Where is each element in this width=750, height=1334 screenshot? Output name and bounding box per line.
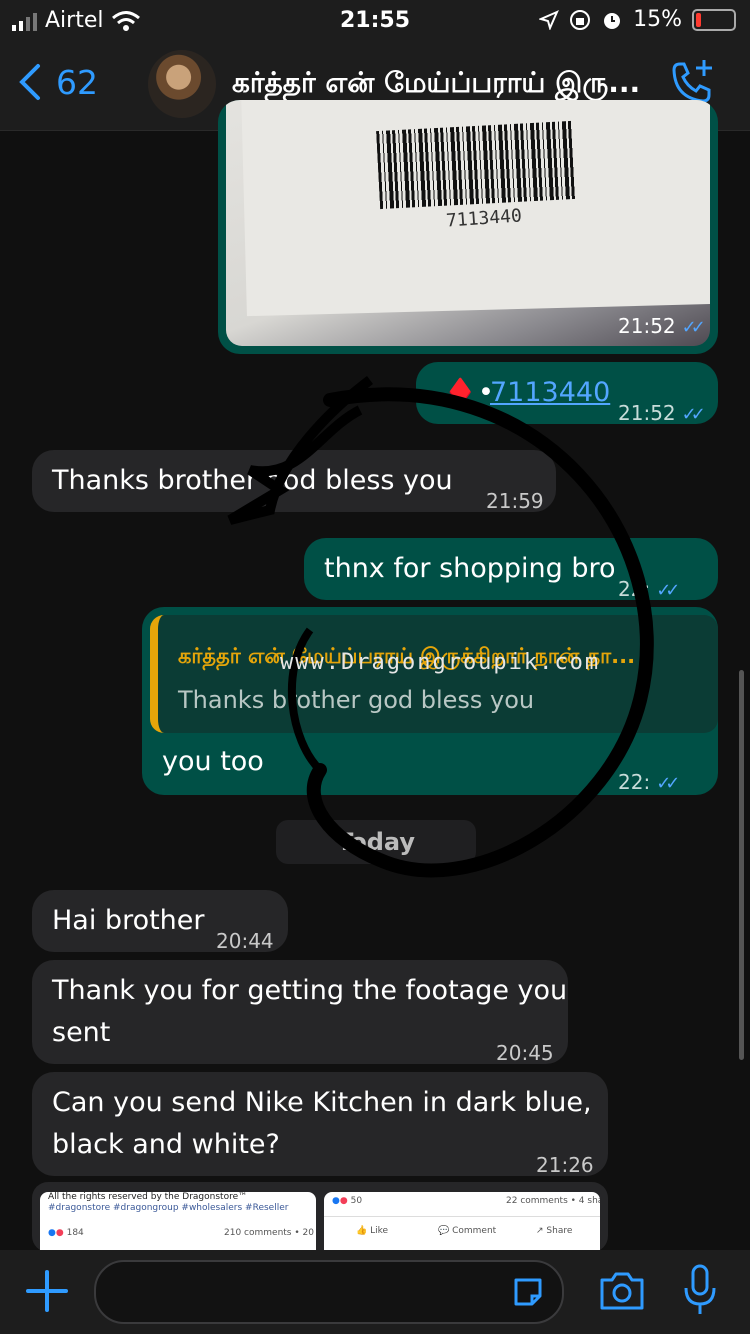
like-reaction-icon: ● [332, 1196, 340, 1206]
preview-share: ↗ Share [536, 1226, 573, 1236]
message-text: Hai brother [52, 905, 205, 936]
quoted-text: Thanks brother god bless you [178, 686, 535, 714]
message-text-line: Can you send Nike Kitchen in dark blue, [52, 1087, 592, 1118]
sticker-icon[interactable] [510, 1274, 546, 1310]
diamond-emoji: ♦️ [444, 378, 477, 408]
preview-stats: 210 comments • 20 shares [224, 1228, 316, 1238]
read-ticks-icon: ✓✓ [656, 773, 680, 794]
love-reaction-icon: ● [55, 1228, 64, 1238]
incoming-message[interactable]: Thanks brother god bless you 21:59 [32, 450, 556, 513]
message-time: 21:52 ✓✓ [618, 314, 706, 338]
love-reaction-icon: ● [339, 1196, 348, 1206]
plus-icon[interactable] [24, 1268, 70, 1314]
preview-thumbnail-right[interactable]: ●● 50 22 comments • 4 shares 👍 Like 💬 Co… [324, 1192, 600, 1252]
message-time: 22: ✓✓ [618, 761, 680, 805]
read-ticks-icon: ✓✓ [681, 317, 706, 338]
contact-name[interactable]: கர்த்தர் என் மேய்ப்பராய் இரு... [232, 66, 652, 103]
unread-count: 62 [56, 62, 98, 102]
message-input[interactable] [94, 1260, 564, 1324]
preview-comment: 💬 Comment [438, 1226, 497, 1236]
scrollbar[interactable] [739, 670, 744, 1060]
message-text: you too [162, 746, 264, 777]
incoming-message[interactable]: Hai brother 20:44 [32, 890, 288, 953]
incoming-message[interactable]: Thank you for getting the footage you se… [32, 960, 568, 1065]
preview-like: 👍 Like [356, 1226, 389, 1236]
message-text-line: Thank you for getting the footage you [52, 975, 568, 1006]
barcode-graphic [376, 120, 576, 210]
location-icon [539, 9, 560, 30]
preview-reactions: ●● 50 [332, 1196, 362, 1206]
preview-hashtags: #dragonstore #dragongroup #wholesalers #… [48, 1203, 289, 1213]
message-text-line: sent [52, 1017, 111, 1048]
code-link[interactable]: 7113440 [490, 372, 610, 414]
incoming-message[interactable]: Can you send Nike Kitchen in dark blue, … [32, 1072, 608, 1177]
message-text-line: black and white? [52, 1129, 280, 1160]
message-text: Thanks brother god bless you [52, 465, 453, 496]
preview-stats: 22 comments • 4 shares [506, 1196, 600, 1206]
back-chevron-icon [19, 64, 40, 100]
reaction-count: 50 [350, 1196, 363, 1206]
mic-icon[interactable] [682, 1264, 718, 1316]
barcode-photo[interactable]: 7113440 [226, 100, 710, 346]
message-time: 22: ✓✓ [618, 568, 680, 612]
image-preview-message[interactable]: All the rights reserved by the Dragonsto… [32, 1182, 608, 1252]
outgoing-message[interactable]: thnx for shopping bro 22: ✓✓ [304, 538, 718, 601]
preview-caption: All the rights reserved by the Dragonsto… [48, 1192, 248, 1202]
date-divider: Today [276, 820, 476, 864]
alarm-icon [604, 12, 621, 29]
reaction-count: 184 [66, 1228, 84, 1238]
lock-rotation-icon [570, 9, 591, 30]
preview-reactions: ●● 184 [48, 1228, 84, 1238]
preview-thumbnail-left[interactable]: All the rights reserved by the Dragonsto… [40, 1192, 316, 1252]
message-text: thnx for shopping bro [324, 553, 616, 584]
battery-icon [692, 8, 736, 31]
composer-bar [0, 1250, 750, 1334]
like-reaction-icon: ● [48, 1228, 56, 1238]
image-message[interactable]: 7113440 21:52 ✓✓ [218, 100, 718, 354]
code-message[interactable]: ♦️ • 7113440 21:52 ✓✓ [416, 362, 718, 425]
watermark-url: www.Dragongroupik.com [280, 650, 601, 675]
message-time: 21:52 ✓✓ [618, 392, 706, 436]
reply-message[interactable]: கர்த்தர் என் மேய்ப்பராய் இருக்கிறார் நான… [142, 607, 718, 795]
message-time: 21:59 [486, 489, 544, 513]
message-time: 20:44 [216, 929, 274, 953]
message-time: 20:45 [496, 1041, 554, 1065]
back-button[interactable]: 62 [16, 62, 98, 102]
status-bar: Airtel 21:55 15% [0, 0, 750, 40]
avatar[interactable] [148, 50, 216, 118]
read-ticks-icon: ✓✓ [681, 404, 706, 425]
read-ticks-icon: ✓✓ [656, 580, 680, 601]
camera-icon[interactable] [598, 1268, 646, 1312]
message-time: 21:26 [536, 1153, 594, 1177]
battery-percent: 15% [633, 7, 682, 32]
